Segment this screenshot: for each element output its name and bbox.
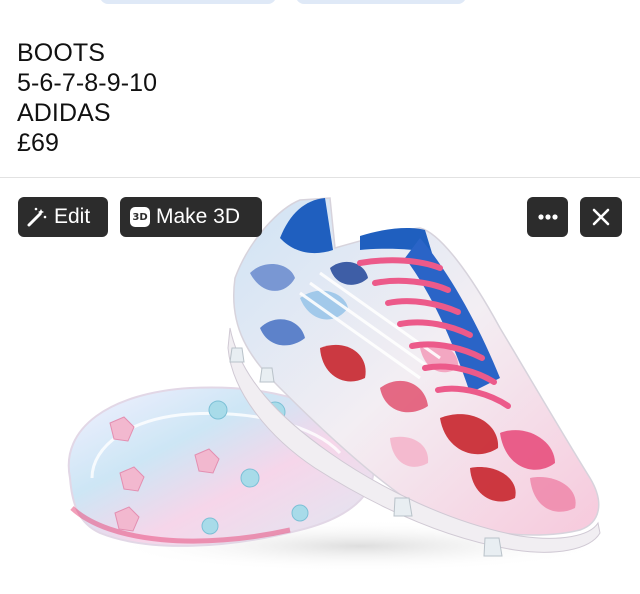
top-action-button-left[interactable] [100,0,276,4]
top-action-button-right[interactable] [296,0,466,4]
3d-icon: 3D [130,207,150,227]
caption-line-item-name: BOOTS [17,39,106,67]
close-icon [592,208,610,226]
ellipsis-icon [537,214,558,220]
post-caption: BOOTS 5-6-7-8-9-10 ADIDAS £69 [17,38,157,158]
edit-button[interactable]: Edit [18,197,108,237]
more-options-button[interactable] [527,197,568,237]
make-3d-label: Make 3D [156,205,241,228]
magic-wand-icon [27,207,47,227]
make-3d-button[interactable]: 3D Make 3D [120,197,262,237]
caption-line-brand: ADIDAS [17,99,111,127]
caption-line-price: £69 [17,129,60,157]
boots-image [67,197,610,572]
edit-label: Edit [54,205,91,228]
close-button[interactable] [580,197,622,237]
post-view: BOOTS 5-6-7-8-9-10 ADIDAS £69 Edit 3D Ma… [0,0,640,594]
caption-line-sizes: 5-6-7-8-9-10 [17,69,158,97]
product-photo[interactable] [0,178,640,594]
